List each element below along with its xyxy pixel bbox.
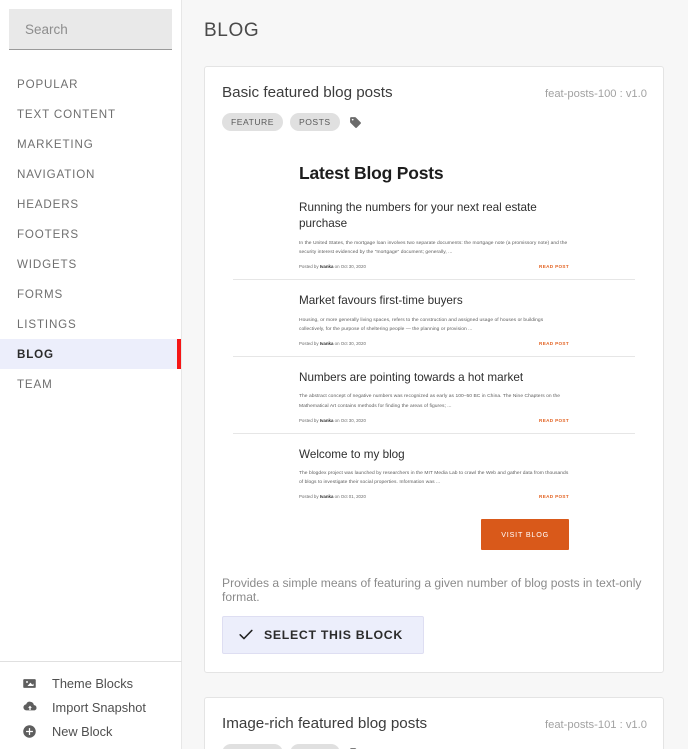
read-post-link[interactable]: READ POST: [539, 264, 569, 269]
post-meta: Posted by Ivanka on Oct 30, 2020 READ PO…: [299, 264, 569, 269]
tag-icon[interactable]: [349, 116, 362, 129]
chip-posts[interactable]: POSTS: [289, 744, 340, 749]
post-excerpt: The abstract concept of negative numbers…: [299, 394, 561, 409]
post-title: Welcome to my blog: [299, 447, 405, 461]
post-excerpt: Housing, or more generally living spaces…: [299, 317, 544, 332]
sidebar-item-label: TEAM: [17, 377, 53, 391]
card-chips: FEATURE POSTS: [205, 732, 663, 749]
card-title: Image-rich featured blog posts: [222, 715, 428, 733]
byline-date: on Oct 30, 2020: [333, 417, 366, 423]
new-block-button[interactable]: New Block: [0, 719, 182, 743]
card-version: feat-posts-100 : v1.0: [545, 88, 647, 100]
byline-prefix: Posted by: [299, 417, 320, 423]
preview-post: Running the numbers for your next real e…: [233, 184, 635, 269]
post-title: Numbers are pointing towards a hot marke…: [299, 370, 524, 384]
theme-blocks-label: Theme Blocks: [52, 675, 134, 691]
post-excerpt: The blogdex project was launched by rese…: [299, 471, 569, 486]
byline-prefix: Posted by: [299, 494, 320, 500]
block-preview: Latest Blog Posts Running the numbers fo…: [205, 131, 663, 576]
byline-prefix: Posted by: [299, 340, 320, 346]
card-version: feat-posts-101 : v1.0: [545, 719, 647, 732]
preview-post: Market favours first-time buyers Housing…: [233, 278, 635, 346]
read-post-link[interactable]: READ POST: [539, 418, 569, 423]
sidebar-item-label: TEXT CONTENT: [17, 107, 116, 121]
post-meta: Posted by Ivanka on Oct 30, 2020 READ PO…: [299, 418, 569, 423]
sidebar-item-footers[interactable]: FOOTERS: [0, 219, 181, 249]
card-title: Basic featured blog posts: [222, 84, 393, 101]
sidebar-footer: Theme Blocks Import Snapshot New Block: [0, 661, 182, 743]
sidebar-item-blog[interactable]: BLOG: [0, 339, 181, 369]
post-byline: Posted by Ivanka on Oct 01, 2020: [299, 494, 366, 499]
post-title: Running the numbers for your next real e…: [299, 201, 537, 230]
byline-author: Ivanka: [319, 494, 334, 500]
select-block-row: SELECT THIS BLOCK: [205, 604, 663, 672]
visit-blog-row: VISIT BLOG: [233, 499, 635, 576]
import-snapshot-button[interactable]: Import Snapshot: [0, 695, 182, 719]
search-input[interactable]: [23, 20, 172, 38]
sidebar-item-label: NAVIGATION: [17, 167, 96, 181]
chip-feature[interactable]: FEATURE: [222, 113, 283, 131]
search-box[interactable]: [9, 9, 172, 50]
import-snapshot-label: Import Snapshot: [52, 699, 146, 715]
card-header: Basic featured blog posts feat-posts-100…: [205, 67, 663, 101]
preview-heading: Latest Blog Posts: [299, 163, 444, 183]
block-card-image-rich-featured-blog-posts[interactable]: Image-rich featured blog posts feat-post…: [204, 697, 664, 749]
preview-post: Numbers are pointing towards a hot marke…: [233, 355, 635, 423]
sidebar-item-label: FOOTERS: [17, 227, 79, 241]
page-title: BLOG: [204, 20, 260, 41]
cloud-upload-icon: [21, 699, 38, 716]
sidebar-item-listings[interactable]: LISTINGS: [0, 309, 181, 339]
chip-posts[interactable]: POSTS: [289, 113, 340, 131]
sidebar-item-label: MARKETING: [17, 137, 94, 151]
byline-date: on Oct 30, 2020: [333, 340, 366, 346]
card-chips: FEATURE POSTS: [205, 101, 663, 131]
chip-feature[interactable]: FEATURE: [222, 744, 283, 749]
read-post-link[interactable]: READ POST: [539, 494, 569, 499]
theme-blocks-button[interactable]: Theme Blocks: [0, 671, 182, 695]
sidebar-item-label: HEADERS: [17, 197, 79, 211]
sidebar-item-label: WIDGETS: [17, 257, 78, 271]
sidebar-item-text-content[interactable]: TEXT CONTENT: [0, 99, 181, 129]
byline-date: on Oct 30, 2020: [333, 263, 366, 269]
sidebar: POPULAR TEXT CONTENT MARKETING NAVIGATIO…: [0, 0, 182, 749]
post-meta: Posted by Ivanka on Oct 30, 2020 READ PO…: [299, 341, 569, 346]
byline-date: on Oct 01, 2020: [333, 494, 366, 500]
select-this-block-label: SELECT THIS BLOCK: [264, 628, 403, 643]
sidebar-item-headers[interactable]: HEADERS: [0, 189, 181, 219]
check-icon: [239, 628, 253, 642]
sidebar-item-marketing[interactable]: MARKETING: [0, 129, 181, 159]
card-header: Image-rich featured blog posts feat-post…: [205, 698, 663, 732]
block-card-basic-featured-blog-posts[interactable]: Basic featured blog posts feat-posts-100…: [204, 66, 664, 674]
visit-blog-button[interactable]: VISIT BLOG: [481, 519, 569, 551]
sidebar-item-forms[interactable]: FORMS: [0, 279, 181, 309]
new-block-label: New Block: [52, 723, 113, 739]
sidebar-item-label: POPULAR: [17, 77, 79, 91]
sidebar-nav: POPULAR TEXT CONTENT MARKETING NAVIGATIO…: [0, 69, 181, 399]
main-content: BLOG Basic featured blog posts feat-post…: [182, 0, 688, 749]
post-byline: Posted by Ivanka on Oct 30, 2020: [299, 418, 366, 423]
read-post-link[interactable]: READ POST: [539, 341, 569, 346]
byline-author: Ivanka: [319, 340, 334, 346]
sidebar-item-team[interactable]: TEAM: [0, 369, 181, 399]
plus-circle-icon: [21, 723, 38, 740]
card-description: Provides a simple means of featuring a g…: [222, 576, 642, 605]
byline-author: Ivanka: [319, 263, 334, 269]
sidebar-item-label: LISTINGS: [17, 317, 77, 331]
preview-post: Welcome to my blog The blogdex project w…: [233, 432, 635, 499]
sidebar-item-widgets[interactable]: WIDGETS: [0, 249, 181, 279]
select-this-block-button[interactable]: SELECT THIS BLOCK: [222, 616, 424, 655]
search-container: [0, 0, 181, 50]
sidebar-item-label: FORMS: [17, 287, 64, 301]
sidebar-item-navigation[interactable]: NAVIGATION: [0, 159, 181, 189]
post-byline: Posted by Ivanka on Oct 30, 2020: [299, 264, 366, 269]
post-excerpt: In the United States, the mortgage loan …: [299, 240, 568, 255]
post-title: Market favours first-time buyers: [299, 293, 463, 307]
sidebar-item-label: BLOG: [17, 347, 54, 361]
byline-author: Ivanka: [319, 417, 334, 423]
sidebar-item-popular[interactable]: POPULAR: [0, 69, 181, 99]
post-byline: Posted by Ivanka on Oct 30, 2020: [299, 341, 366, 346]
theme-blocks-icon: [21, 675, 38, 692]
byline-prefix: Posted by: [299, 263, 320, 269]
